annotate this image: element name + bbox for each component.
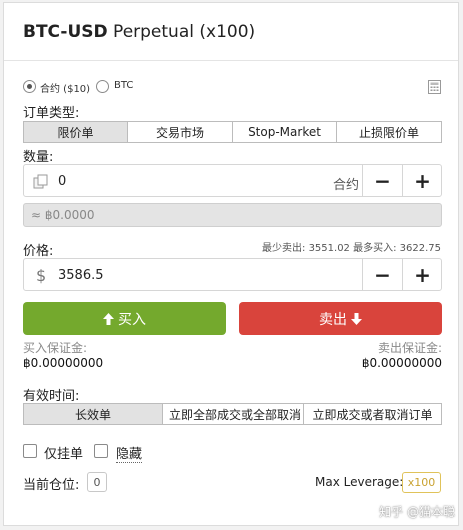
quantity-unit: 合约 <box>333 178 360 193</box>
buy-button[interactable]: 买入 <box>23 302 226 335</box>
quantity-decrement-button[interactable]: − <box>362 165 402 196</box>
min-sell-label: 最少卖出: <box>262 243 306 254</box>
quantity-input[interactable]: 0 <box>58 174 66 189</box>
position-badge: 0 <box>87 472 107 492</box>
post-only-label: 仅挂单 <box>44 447 84 462</box>
arrow-up-icon <box>103 312 114 325</box>
order-type-limit[interactable]: 限价单 <box>23 121 128 143</box>
title-suffix: Perpetual (x100) <box>107 22 256 42</box>
sell-margin-label: 卖出保证金: <box>377 341 442 355</box>
tif-immediate-or-cancel[interactable]: 立即成交或者取消订单 <box>303 403 442 425</box>
arrow-down-icon <box>351 312 362 325</box>
order-type-stop-limit[interactable]: 止损限价单 <box>336 121 442 143</box>
price-input[interactable]: 3586.5 <box>58 268 104 283</box>
buy-margin-label: 买入保证金: <box>23 341 88 355</box>
hidden-label: 隐藏 <box>116 443 143 463</box>
price-stepper: $ 3586.5 − + <box>23 258 442 291</box>
page-title: BTC-USD Perpetual (x100) <box>23 22 255 42</box>
max-leverage-label: Max Leverage: <box>315 475 404 489</box>
btc-unit-label: BTC <box>114 80 134 91</box>
max-buy-value: 3622.75 <box>399 243 442 254</box>
contract-unit-radio[interactable] <box>23 80 36 93</box>
quantity-increment-button[interactable]: + <box>402 165 442 196</box>
price-label: 价格: <box>23 244 54 259</box>
leverage-badge: x100 <box>402 472 441 493</box>
sell-margin-value: ฿0.00000000 <box>361 356 442 370</box>
quantity-label: 数量: <box>23 150 54 165</box>
calculator-icon[interactable] <box>428 79 441 98</box>
order-panel: BTC-USD Perpetual (x100) 合约 ($10) BTC 订单… <box>3 2 459 526</box>
quantity-stepper: 0 合约 − + <box>23 164 442 197</box>
buy-button-label: 买入 <box>118 311 146 328</box>
dollar-icon: $ <box>36 266 47 285</box>
tif-good-till-cancel[interactable]: 长效单 <box>23 403 163 425</box>
sell-button[interactable]: 卖出 <box>239 302 442 335</box>
time-in-force-label: 有效时间: <box>23 389 80 404</box>
panel-header: BTC-USD Perpetual (x100) <box>4 3 458 61</box>
position-label: 当前仓位: <box>23 478 80 493</box>
copy-icon[interactable] <box>33 174 48 193</box>
order-type-label: 订单类型: <box>23 106 80 121</box>
sell-button-label: 卖出 <box>319 311 347 328</box>
price-increment-button[interactable]: + <box>402 259 442 290</box>
max-buy-label: 最多买入: <box>353 243 397 254</box>
price-decrement-button[interactable]: − <box>362 259 402 290</box>
order-type-stop-market[interactable]: Stop-Market <box>232 121 337 143</box>
cost-value: ≈ ฿0.0000 <box>31 208 95 222</box>
title-symbol: BTC-USD <box>23 22 108 42</box>
hidden-checkbox[interactable] <box>94 444 108 458</box>
min-sell-value: 3551.02 <box>308 243 350 254</box>
watermark: 知乎 @猫本聪 <box>379 505 455 519</box>
price-range: 最少卖出: 3551.02 最多买入: 3622.75 <box>262 239 441 254</box>
btc-unit-radio[interactable] <box>96 80 109 93</box>
contract-unit-label: 合约 ($10) <box>40 84 91 95</box>
buy-margin-value: ฿0.00000000 <box>23 356 104 370</box>
order-type-market[interactable]: 交易市场 <box>127 121 233 143</box>
order-type-selector: 限价单 交易市场 Stop-Market 止损限价单 <box>23 121 442 143</box>
post-only-checkbox[interactable] <box>23 444 37 458</box>
cost-field: ≈ ฿0.0000 <box>23 203 442 227</box>
time-in-force-selector: 长效单 立即全部成交或全部取消 立即成交或者取消订单 <box>23 403 442 425</box>
tif-fill-or-kill[interactable]: 立即全部成交或全部取消 <box>162 403 304 425</box>
